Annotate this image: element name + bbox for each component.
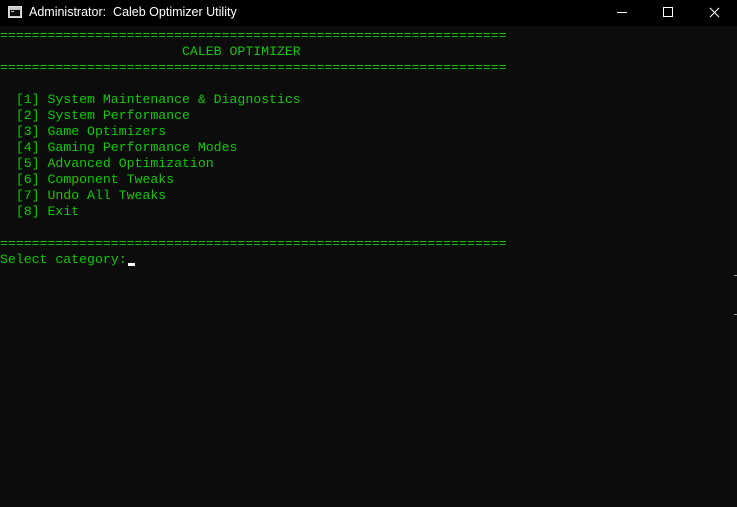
menu-item-4: [4] Gaming Performance Modes <box>0 140 238 155</box>
menu-item-8: [8] Exit <box>0 204 80 219</box>
menu-item-3: [3] Game Optimizers <box>0 124 167 139</box>
separator-line: ========================================… <box>0 60 507 75</box>
menu-item-7: [7] Undo All Tweaks <box>0 188 167 203</box>
window-title: Administrator: Caleb Optimizer Utility <box>29 5 237 19</box>
menu-item-6: [6] Component Tweaks <box>0 172 175 187</box>
menu-item-5: [5] Advanced Optimization <box>0 156 214 171</box>
maximize-icon[interactable] <box>645 0 691 26</box>
title-bar[interactable]: Administrator: Caleb Optimizer Utility <box>0 0 737 26</box>
text-cursor <box>128 263 135 266</box>
close-icon[interactable] <box>691 0 737 26</box>
minimize-icon[interactable] <box>599 0 645 26</box>
console-app-icon[interactable] <box>8 6 22 18</box>
input-prompt[interactable]: Select category: <box>0 252 127 268</box>
menu-item-2: [2] System Performance <box>0 108 190 123</box>
console-window: Administrator: Caleb Optimizer Utility =… <box>0 0 737 507</box>
header-title: CALEB OPTIMIZER <box>0 44 301 59</box>
separator-line: ========================================… <box>0 28 507 43</box>
console-output[interactable]: ========================================… <box>0 26 737 507</box>
separator-line: ========================================… <box>0 236 507 251</box>
menu-item-1: [1] System Maintenance & Diagnostics <box>0 92 301 107</box>
